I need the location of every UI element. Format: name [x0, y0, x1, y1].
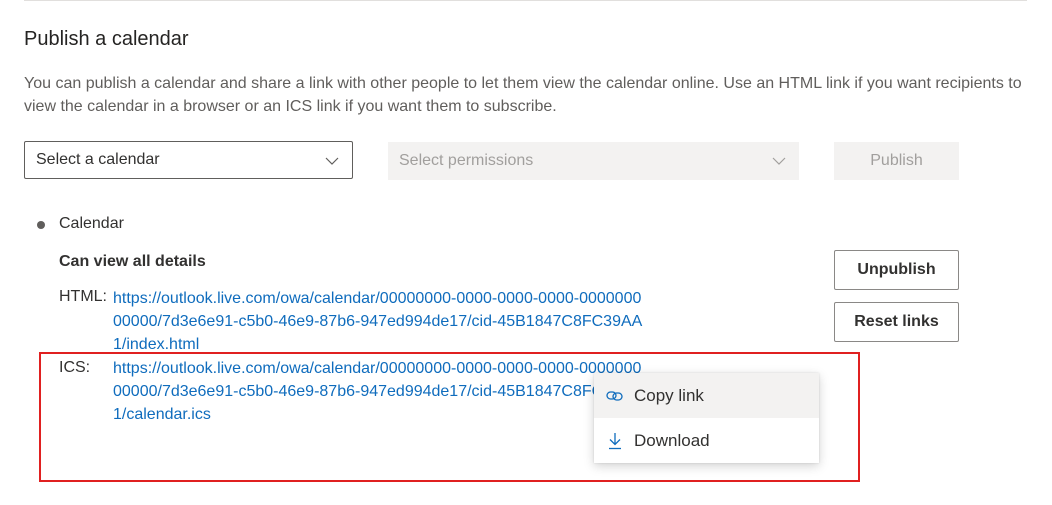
permission-level: Can view all details: [59, 253, 206, 270]
calendar-select-value: Select a calendar: [36, 151, 160, 168]
top-divider: [24, 0, 1027, 1]
bullet-icon: [37, 221, 45, 229]
section-description: You can publish a calendar and share a l…: [24, 75, 1022, 115]
calendar-select[interactable]: Select a calendar: [24, 141, 353, 179]
download-icon: [609, 433, 621, 450]
reset-links-button[interactable]: Reset links: [834, 302, 959, 342]
menu-item-copy-link[interactable]: Copy link: [594, 373, 819, 418]
html-label: HTML:: [59, 288, 107, 305]
unpublish-button[interactable]: Unpublish: [834, 250, 959, 290]
html-link[interactable]: https://outlook.live.com/owa/calendar/00…: [113, 287, 643, 356]
chevron-down-icon: [325, 157, 339, 165]
ics-label: ICS:: [59, 359, 91, 376]
ics-link[interactable]: https://outlook.live.com/owa/calendar/00…: [113, 357, 643, 426]
published-calendar-name: Calendar: [59, 215, 124, 232]
permissions-select-value: Select permissions: [399, 152, 534, 169]
menu-item-label: Download: [634, 430, 710, 450]
section-title: Publish a calendar: [24, 28, 189, 50]
chevron-down-icon: [772, 157, 786, 165]
publish-button[interactable]: Publish: [834, 142, 959, 180]
link-icon: [606, 391, 623, 401]
link-context-menu: Copy link Download: [594, 373, 819, 463]
menu-item-download[interactable]: Download: [594, 418, 819, 463]
menu-item-label: Copy link: [634, 385, 704, 405]
permissions-select[interactable]: Select permissions: [388, 142, 799, 180]
